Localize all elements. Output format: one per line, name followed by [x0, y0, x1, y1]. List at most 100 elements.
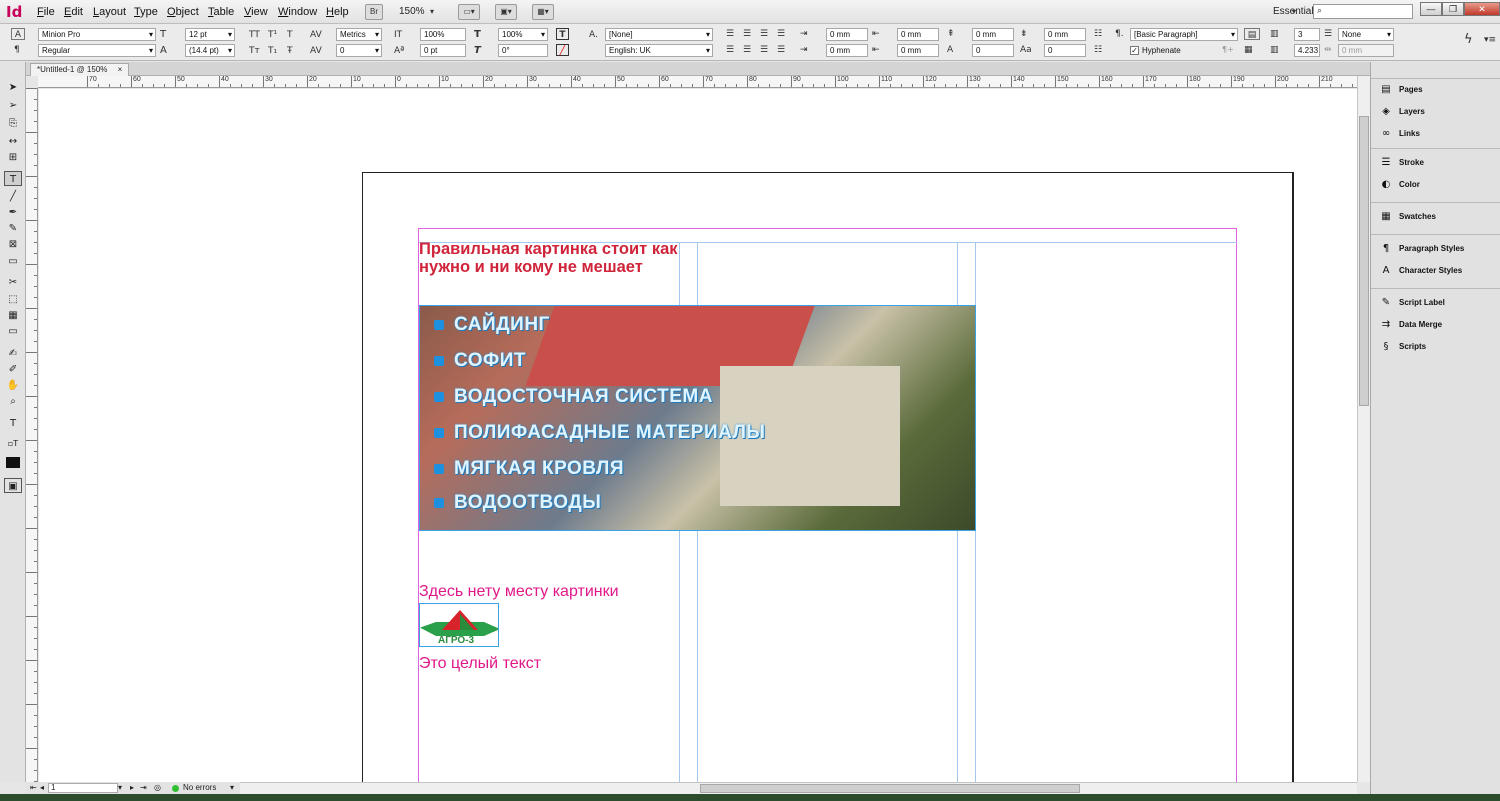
bulleted-list-icon[interactable]: ☷	[1094, 28, 1102, 40]
screen-mode-icon[interactable]: ▣	[4, 478, 22, 493]
gradient-swatch-tool-icon[interactable]: ▦	[4, 308, 22, 323]
character-mode-icon[interactable]: A	[11, 28, 25, 40]
prev-page-icon[interactable]: ◂	[40, 782, 44, 794]
font-style-select[interactable]: Regular	[38, 44, 156, 57]
superscript-icon[interactable]: T¹	[268, 29, 277, 41]
panel-links[interactable]: ∞ Links	[1379, 125, 1497, 143]
eyedropper-tool-icon[interactable]: ✐	[4, 362, 22, 377]
formatting-affects-icon[interactable]: ▫T	[4, 436, 22, 451]
small-caps-icon[interactable]: Tт	[249, 45, 260, 57]
preflight-menu-icon[interactable]: ▾	[230, 782, 234, 794]
free-transform-tool-icon[interactable]: ⬚	[4, 292, 22, 307]
logo-image-frame[interactable]: АГРО-3	[419, 603, 499, 647]
paragraph-mode-icon[interactable]: ¶	[14, 44, 20, 56]
horizontal-scroll-thumb[interactable]	[700, 784, 1080, 793]
maximize-button[interactable]: ❐	[1442, 2, 1464, 16]
vertical-scroll-thumb[interactable]	[1359, 116, 1369, 406]
justify-all-icon[interactable]: ☰	[777, 44, 785, 56]
screen-mode-button[interactable]: ▣▾	[495, 4, 517, 20]
tracking-field[interactable]: 0	[336, 44, 382, 57]
space-before-field[interactable]: 0 mm	[972, 28, 1014, 41]
panel-swatches[interactable]: ▦ Swatches	[1379, 208, 1497, 226]
justify-right-icon[interactable]: ☰	[760, 44, 768, 56]
fill-stroke-swap-icon[interactable]: T	[4, 416, 22, 431]
panel-pages[interactable]: ▤ Pages	[1379, 81, 1497, 99]
menu-edit[interactable]: Edit	[64, 6, 83, 18]
vertical-scrollbar[interactable]	[1357, 76, 1370, 782]
lightning-icon[interactable]: ϟ	[1464, 33, 1473, 46]
panel-color[interactable]: ◐ Color	[1379, 176, 1497, 194]
align-center-icon[interactable]: ☰	[743, 28, 751, 40]
gap-tool-icon[interactable]: ↔	[4, 134, 22, 149]
apply-color-icon[interactable]	[6, 457, 20, 468]
menu-view[interactable]: View	[244, 6, 268, 18]
panel-stroke[interactable]: ☰ Stroke	[1379, 154, 1497, 172]
span-columns-select[interactable]: None	[1338, 28, 1394, 41]
page-dropdown-icon[interactable]: ▾	[118, 782, 122, 794]
span-gap-field[interactable]: 0 mm	[1338, 44, 1394, 57]
minimize-button[interactable]: —	[1420, 2, 1442, 16]
panel-layers[interactable]: ◈ Layers	[1379, 103, 1497, 121]
last-line-indent-field[interactable]: 0 mm	[897, 44, 939, 57]
left-indent-field[interactable]: 0 mm	[826, 28, 868, 41]
all-caps-icon[interactable]: TT	[249, 29, 260, 41]
font-family-select[interactable]: Minion Pro	[38, 28, 156, 41]
menu-table[interactable]: Table	[208, 6, 234, 18]
justify-left-icon[interactable]: ☰	[726, 44, 734, 56]
vertical-scale-field[interactable]: 100%	[420, 28, 466, 41]
align-right-icon[interactable]: ☰	[760, 28, 768, 40]
zoom-tool-icon[interactable]: ⌕	[4, 394, 22, 409]
language-select[interactable]: English: UK	[605, 44, 713, 57]
horizontal-ruler[interactable]: 70 60 50 40 30 20 10 0 10 20 30 40 50 60 70 80 90 100 110 1…	[38, 76, 1358, 88]
space-after-field[interactable]: 0 mm	[1044, 28, 1086, 41]
strikethrough-icon[interactable]: Ŧ	[287, 45, 293, 57]
caption-text[interactable]: Здесь нету месту картинки	[419, 583, 619, 601]
panel-script-label[interactable]: ✎ Script Label	[1379, 294, 1497, 312]
content-collector-icon[interactable]: ⊞	[4, 150, 22, 165]
columns-field[interactable]: 3	[1294, 28, 1320, 41]
menu-window[interactable]: Window	[278, 6, 317, 18]
panel-paragraph-styles[interactable]: ¶ Paragraph Styles	[1379, 240, 1497, 258]
gutter-field[interactable]: 4.233	[1294, 44, 1320, 57]
menu-file[interactable]: File	[37, 6, 55, 18]
drop-cap-lines-field[interactable]: 0	[972, 44, 1014, 57]
close-tab-icon[interactable]: ×	[118, 65, 123, 74]
vertical-ruler[interactable]	[26, 88, 38, 782]
direct-selection-tool-icon[interactable]: ➢	[4, 98, 22, 113]
rectangle-frame-tool-icon[interactable]: ⊠	[4, 237, 22, 252]
character-style-select[interactable]: [None]	[605, 28, 713, 41]
skew-field[interactable]: 0°	[498, 44, 548, 57]
drop-cap-chars-field[interactable]: 0	[1044, 44, 1086, 57]
baseline-shift-field[interactable]: 0 pt	[420, 44, 466, 57]
menu-layout[interactable]: Layout	[93, 6, 126, 18]
text-fill-icon[interactable]: T	[556, 28, 569, 40]
menu-object[interactable]: Object	[167, 6, 199, 18]
hand-tool-icon[interactable]: ✋	[4, 378, 22, 393]
heading-text-frame[interactable]: Правильная картинка стоит как нужно и ни…	[419, 240, 689, 276]
align-towards-spine-icon[interactable]: ☰	[777, 28, 785, 40]
clear-overrides-icon[interactable]: ¶+	[1222, 44, 1234, 56]
note-tool-icon[interactable]: ✍	[4, 346, 22, 361]
panel-data-merge[interactable]: ⇉ Data Merge	[1379, 316, 1497, 334]
workspace-dropdown-icon[interactable]: ▾	[1292, 6, 1296, 18]
justify-center-icon[interactable]: ☰	[743, 44, 751, 56]
view-options-button[interactable]: ▭▾	[458, 4, 480, 20]
banner-image-frame[interactable]: САЙДИНГ СОФИТ ВОДОСТОЧНАЯ СИСТЕМА ПОЛИФА…	[419, 305, 976, 531]
panel-scripts[interactable]: § Scripts	[1379, 338, 1497, 356]
page-number-field[interactable]: 1	[48, 783, 118, 793]
document-tab[interactable]: *Untitled-1 @ 150% ×	[30, 63, 130, 76]
close-button[interactable]: ✕	[1464, 2, 1500, 16]
menu-type[interactable]: Type	[134, 6, 158, 18]
leading-field[interactable]: (14.4 pt)	[185, 44, 235, 57]
horizontal-scale-field[interactable]: 100%	[498, 28, 548, 41]
page-tool-icon[interactable]: ⎘	[4, 116, 22, 131]
font-size-field[interactable]: 12 pt	[185, 28, 235, 41]
baseline-grid-icon[interactable]: ▦	[1244, 44, 1253, 56]
bridge-button[interactable]: Br	[365, 4, 383, 20]
panel-character-styles[interactable]: A Character Styles	[1379, 262, 1497, 280]
first-line-indent-field[interactable]: 0 mm	[826, 44, 868, 57]
panel-menu-icon[interactable]: ▾≡	[1484, 34, 1496, 46]
first-page-icon[interactable]: ⇤	[30, 782, 37, 794]
gradient-feather-tool-icon[interactable]: ▭	[4, 324, 22, 339]
hyphenate-checkbox[interactable]: ✓	[1130, 46, 1139, 55]
